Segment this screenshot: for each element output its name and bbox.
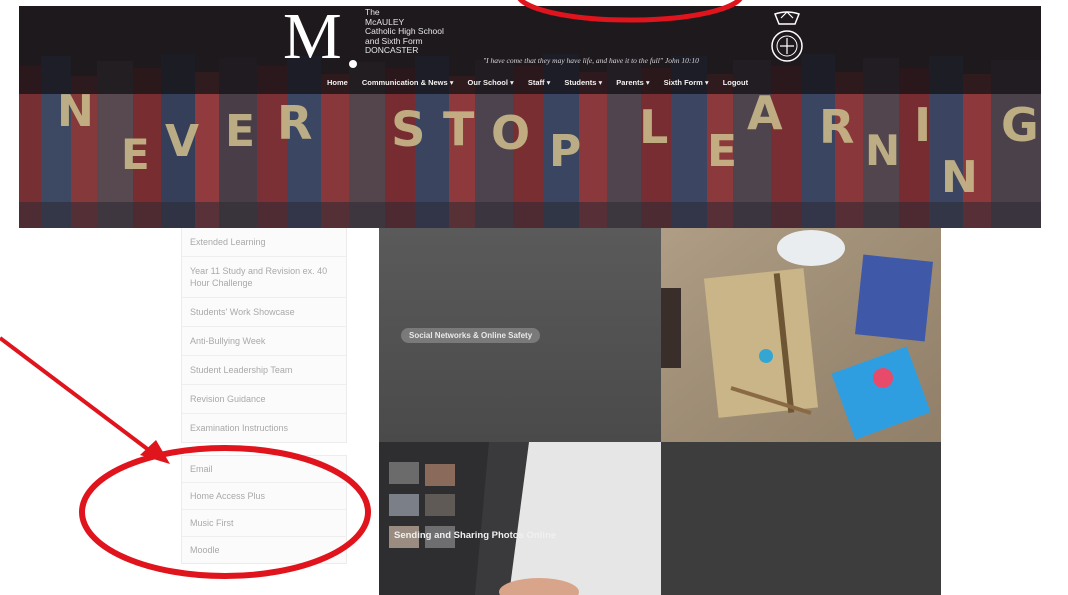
phone-photo-image: [379, 442, 661, 595]
banner-letter: E: [225, 106, 256, 157]
banner-letter: E: [121, 130, 150, 179]
nav-sixth-form[interactable]: Sixth Form ▾: [664, 78, 709, 87]
banner-letter: A: [747, 86, 783, 140]
tile-phone-photo[interactable]: [379, 442, 661, 595]
sidebar-item-students-work[interactable]: Students' Work Showcase: [182, 298, 346, 327]
banner-letter: E: [707, 126, 738, 177]
banner-letter: P: [549, 126, 582, 177]
sidebar-item-leadership-team[interactable]: Student Leadership Team: [182, 356, 346, 385]
nav-parents[interactable]: Parents ▾: [616, 78, 649, 87]
tile-sending-photos[interactable]: [661, 442, 941, 595]
banner-letter: T: [443, 102, 475, 156]
banner-letter: N: [57, 86, 94, 137]
banner-letter: G: [1001, 98, 1039, 152]
sidebar: Extended Learning Year 11 Study and Revi…: [181, 228, 347, 564]
tile-social-networks[interactable]: Social Networks & Online Safety: [379, 228, 661, 442]
sidebar-item-examination-instructions[interactable]: Examination Instructions: [182, 414, 346, 442]
nav-students[interactable]: Students ▾: [564, 78, 602, 87]
crest-icon: [771, 11, 803, 62]
sidebar-item-home-access-plus[interactable]: Home Access Plus: [182, 483, 346, 510]
logo-dot: [349, 60, 357, 68]
sidebar-item-email[interactable]: Email: [182, 456, 346, 483]
tile-sending-photos-label[interactable]: Sending and Sharing Photos Online: [394, 530, 556, 541]
school-logo[interactable]: M: [283, 6, 342, 70]
annotation-arrow-line: [0, 336, 152, 453]
banner-letter: R: [819, 100, 855, 154]
school-name: The McAULEY Catholic High School and Six…: [365, 7, 444, 56]
main-nav: Home Communication & News ▾ Our School ▾…: [327, 78, 748, 87]
nav-staff[interactable]: Staff ▾: [528, 78, 551, 87]
sidebar-item-extended-learning[interactable]: Extended Learning: [182, 228, 346, 257]
sidebar-item-moodle[interactable]: Moodle: [182, 537, 346, 563]
banner-letter: V: [165, 116, 200, 167]
tile-desk-photo[interactable]: [661, 228, 941, 442]
sidebar-item-anti-bullying[interactable]: Anti-Bullying Week: [182, 327, 346, 356]
annotation-arrow-head: [140, 440, 170, 464]
sidebar-links-panel: Extended Learning Year 11 Study and Revi…: [181, 228, 347, 443]
banner-letter: R: [277, 96, 313, 150]
nav-logout[interactable]: Logout: [723, 78, 748, 87]
sidebar-quicklinks-panel: Email Home Access Plus Music First Moodl…: [181, 455, 347, 564]
sidebar-item-music-first[interactable]: Music First: [182, 510, 346, 537]
banner-letter: N: [865, 126, 901, 175]
school-name-line: DONCASTER: [365, 45, 419, 55]
nav-home[interactable]: Home: [327, 78, 348, 87]
sidebar-item-year-11-study[interactable]: Year 11 Study and Revision ex. 40 Hour C…: [182, 257, 346, 298]
banner-letter: S: [391, 102, 426, 158]
banner-letter: N: [941, 152, 978, 203]
banner-letter: O: [491, 106, 531, 160]
header-banner: N E V E R S T O P L E A R N I N G M The …: [19, 6, 1041, 228]
banner-letter: I: [914, 98, 932, 152]
desk-photo-image: [661, 228, 941, 442]
nav-our-school[interactable]: Our School ▾: [468, 78, 514, 87]
nav-communication-news[interactable]: Communication & News ▾: [362, 78, 454, 87]
school-motto: "I have come that they may have life, an…: [483, 56, 699, 65]
tile-social-networks-label[interactable]: Social Networks & Online Safety: [401, 328, 541, 343]
content-tiles: Social Networks & Online Safety Sending …: [379, 228, 941, 595]
sidebar-item-revision-guidance[interactable]: Revision Guidance: [182, 385, 346, 414]
banner-letter: L: [639, 100, 669, 154]
